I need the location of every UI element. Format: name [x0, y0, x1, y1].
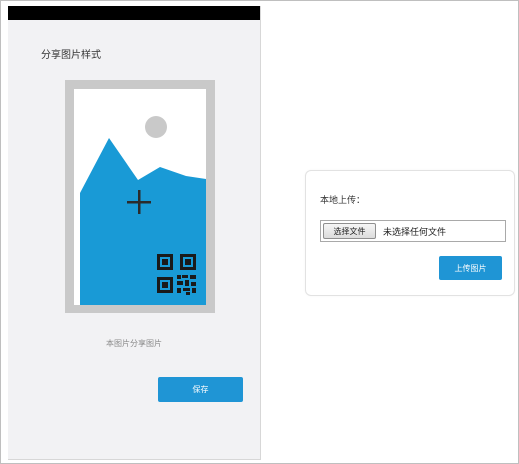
upload-image-button[interactable]: 上传图片	[439, 256, 502, 280]
upload-card: 本地上传： 选择文件 未选择任何文件 上传图片	[305, 170, 515, 296]
upload-label: 本地上传：	[320, 196, 366, 206]
share-image-frame[interactable]	[65, 80, 215, 313]
panel-title: 分享图片样式	[41, 50, 101, 61]
image-placeholder-icon	[80, 116, 206, 305]
page-frame: 分享图片样式 本图片分享图片 保存 本地上传： 选择文件 未选择任何文件 上传图…	[0, 0, 519, 464]
file-status-text: 未选择任何文件	[383, 228, 447, 238]
share-image-preview[interactable]	[74, 89, 206, 305]
image-caption: 本图片分享图片	[106, 339, 162, 348]
sun-shape	[145, 116, 167, 138]
phone-preview-panel: 分享图片样式 本图片分享图片 保存	[8, 6, 261, 460]
file-input[interactable]: 选择文件 未选择任何文件	[320, 220, 506, 242]
save-button[interactable]: 保存	[158, 377, 243, 402]
choose-file-button[interactable]: 选择文件	[323, 223, 376, 239]
mountain-shape	[80, 138, 206, 305]
phone-status-bar	[8, 6, 260, 20]
